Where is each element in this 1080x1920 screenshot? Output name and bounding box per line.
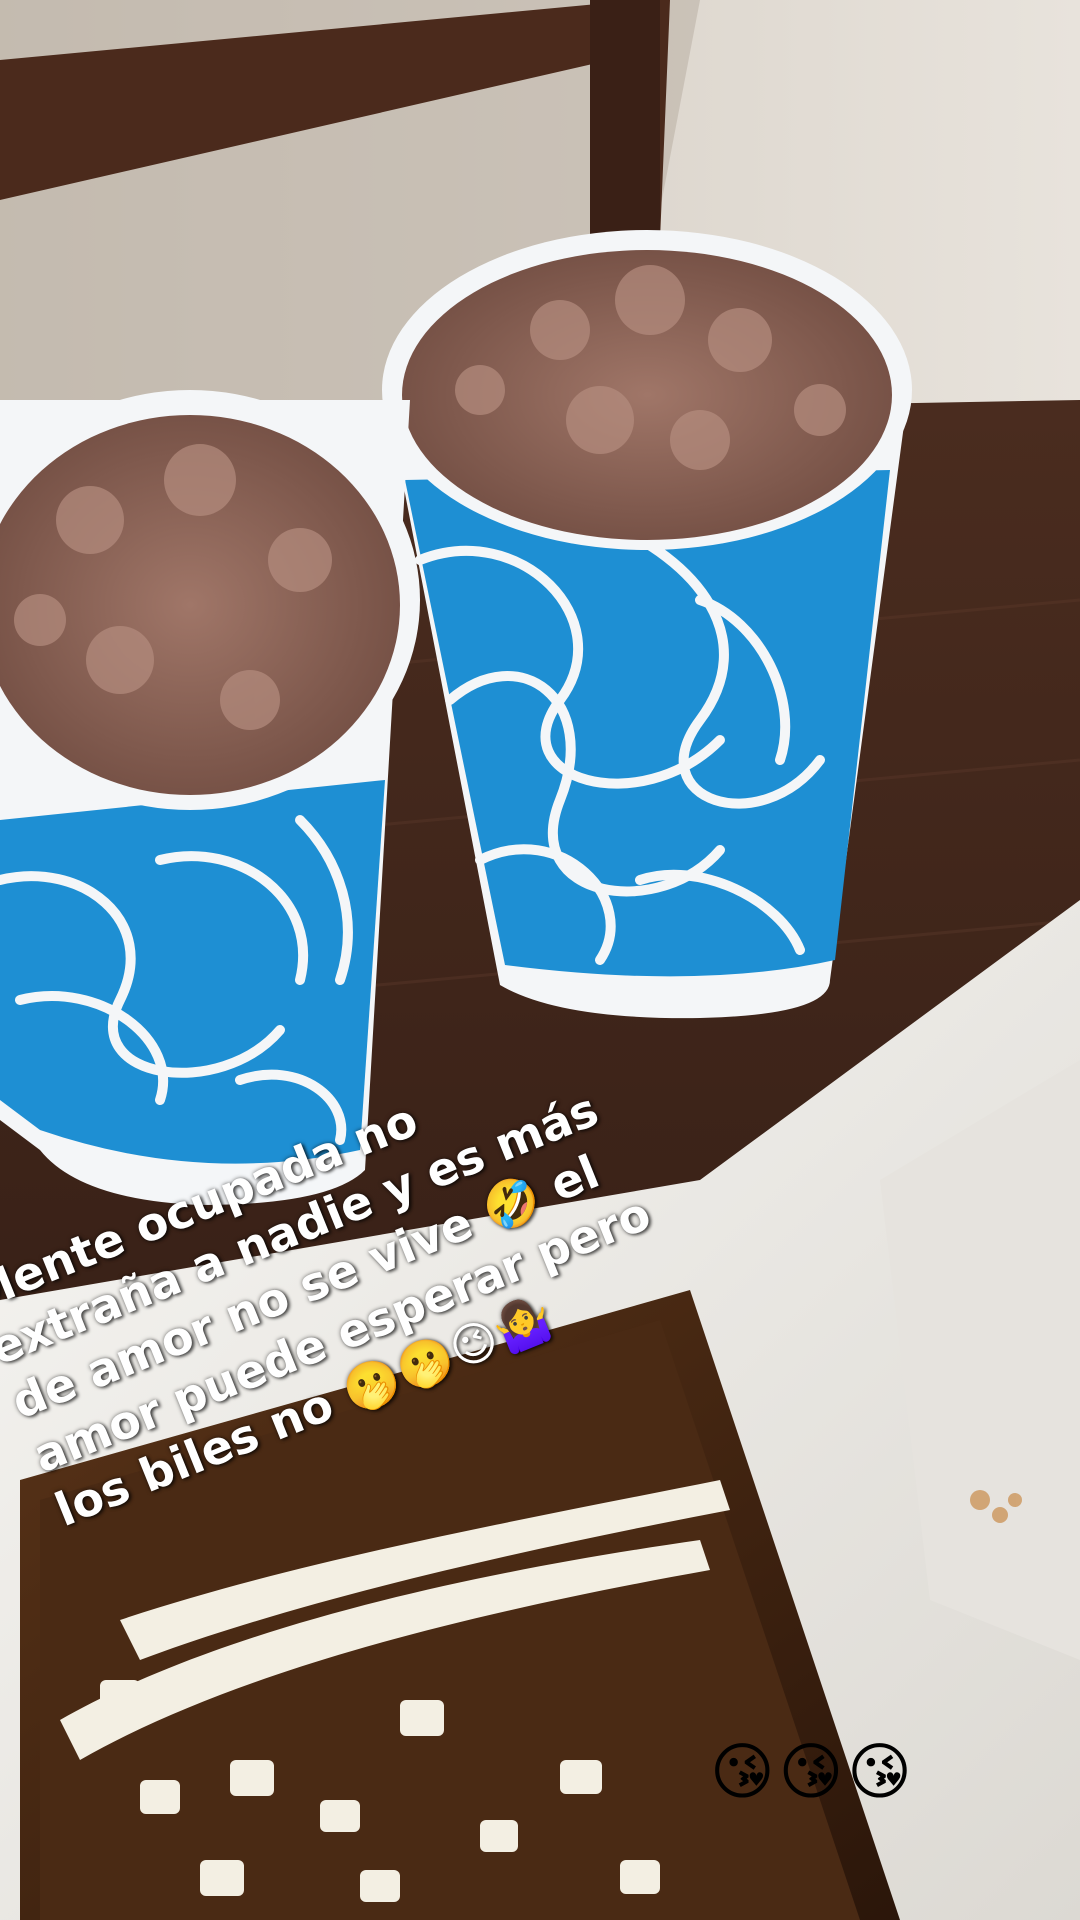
scene-illustration	[0, 0, 1080, 1920]
chair-leg	[590, 0, 660, 260]
kiss-emoji-row: 😘😘😘	[710, 1735, 916, 1808]
cup-left	[0, 390, 420, 1205]
photo-scene: Mente ocupada no extraña a nadie y es má…	[0, 0, 1080, 1920]
